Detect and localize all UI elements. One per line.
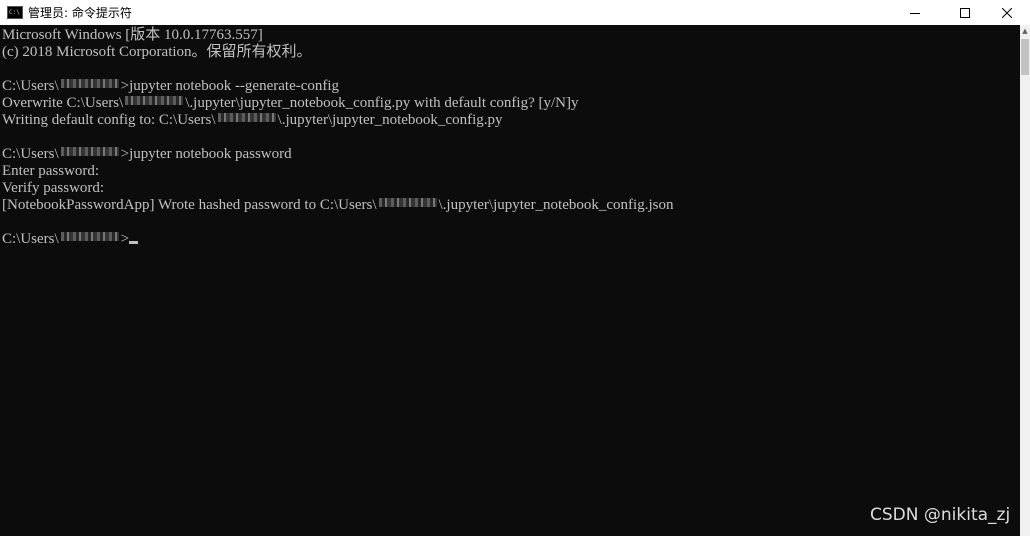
overwrite-suffix: \.jupyter\jupyter_notebook_config.py wit… <box>185 95 579 111</box>
redacted-username <box>217 113 276 122</box>
minimize-icon <box>910 12 920 14</box>
minimize-button[interactable] <box>892 0 938 25</box>
console-line-version: Microsoft Windows [版本 10.0.17763.557] <box>2 27 263 43</box>
prompt-path: C:\Users\ <box>2 231 59 247</box>
overwrite-prefix: Overwrite C:\Users\ <box>2 95 124 111</box>
console-output[interactable]: Microsoft Windows [版本 10.0.17763.557] (c… <box>0 25 1020 536</box>
cmd-app-icon: C:\ <box>7 6 23 19</box>
redacted-username <box>378 198 437 207</box>
console-line-writing-config: Writing default config to: C:\Users\ \.ju… <box>2 112 503 129</box>
wrote-suffix: \.jupyter\jupyter_notebook_config.json <box>438 197 674 213</box>
close-button[interactable] <box>984 0 1030 25</box>
command-text: >jupyter notebook password <box>120 146 292 162</box>
close-icon <box>1002 7 1012 18</box>
console-line-verify-password: Verify password: <box>2 180 105 196</box>
console-line-enter-password: Enter password: <box>2 163 100 179</box>
prompt-path: C:\Users\ <box>2 78 59 94</box>
wrote-prefix: [NotebookPasswordApp] Wrote hashed passw… <box>2 197 377 213</box>
redacted-username <box>125 96 184 105</box>
console-line-prompt: C:\Users\ > <box>2 231 139 248</box>
window-title: 管理员: 命令提示符 <box>28 6 132 20</box>
csdn-watermark: CSDN @nikita_zj <box>870 505 1011 525</box>
maximize-button[interactable] <box>942 0 988 25</box>
text-cursor <box>129 241 139 244</box>
prompt-path: C:\Users\ <box>2 146 59 162</box>
console-line-generate-config: C:\Users\ >jupyter notebook --generate-co… <box>2 78 339 95</box>
console-line-password-command: C:\Users\ >jupyter notebook password <box>2 146 292 163</box>
redacted-username <box>60 232 119 241</box>
scroll-up-arrow-icon[interactable]: ▲ <box>1020 25 1030 37</box>
title-bar[interactable]: C:\ 管理员: 命令提示符 <box>0 0 1030 25</box>
redacted-username <box>60 79 119 88</box>
console-line-wrote-hash: [NotebookPasswordApp] Wrote hashed passw… <box>2 197 673 214</box>
console-line-copyright: (c) 2018 Microsoft Corporation。保留所有权利。 <box>2 44 312 60</box>
console-line-overwrite: Overwrite C:\Users\ \.jupyter\jupyter_not… <box>2 95 578 112</box>
cmd-app-icon-label: C:\ <box>9 9 20 16</box>
redacted-username <box>60 147 119 156</box>
writing-suffix: \.jupyter\jupyter_notebook_config.py <box>277 112 503 128</box>
vertical-scrollbar[interactable]: ▲ <box>1020 25 1030 536</box>
writing-prefix: Writing default config to: C:\Users\ <box>2 112 216 128</box>
scroll-thumb[interactable] <box>1021 39 1029 75</box>
maximize-icon <box>960 7 970 18</box>
prompt-symbol: > <box>120 231 130 247</box>
command-prompt-window: C:\ 管理员: 命令提示符 Microsoft Windows [版本 10.… <box>0 0 1030 536</box>
command-text: >jupyter notebook --generate-config <box>120 78 340 94</box>
